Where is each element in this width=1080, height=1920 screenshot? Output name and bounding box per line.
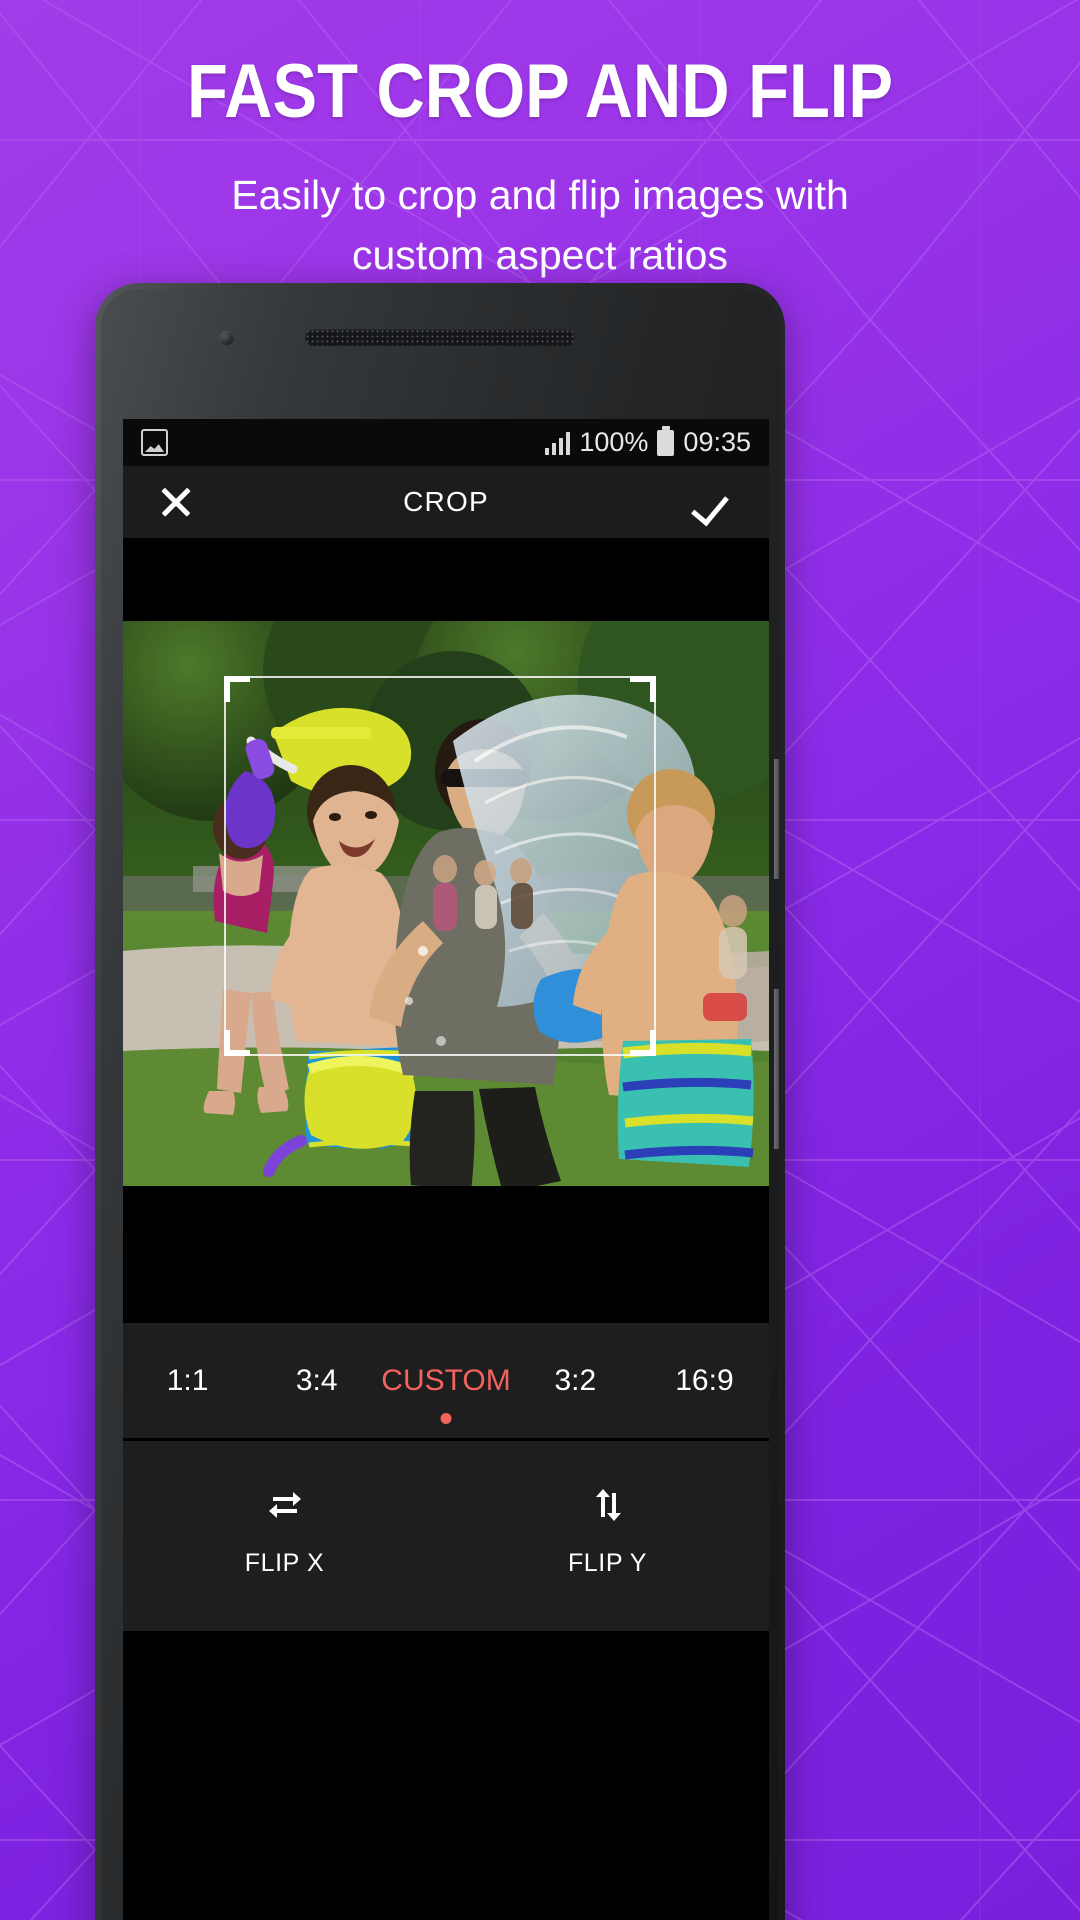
phone-screen: 100% 09:35 CROP 1:1 3:4 CUSTOM 3:2 16:9 … [123,419,769,1920]
flip-horizontal-glyph [268,1492,301,1518]
close-icon[interactable] [153,479,199,525]
image-notification-icon [141,429,168,456]
ratio-label: 1:1 [166,1363,209,1397]
editor-canvas[interactable] [123,538,769,1323]
phone-body: 100% 09:35 CROP 1:1 3:4 CUSTOM 3:2 16:9 … [101,289,779,1920]
check-icon[interactable] [693,479,739,525]
ratio-label: 3:2 [554,1363,597,1397]
status-bar-right: 100% 09:35 [544,427,751,458]
page-title: CROP [403,486,489,517]
volume-button[interactable] [774,759,779,879]
ratio-option-1-1[interactable]: 1:1 [123,1364,252,1398]
ratio-option-16-9[interactable]: 16:9 [640,1364,769,1398]
phone-mockup: 100% 09:35 CROP 1:1 3:4 CUSTOM 3:2 16:9 … [95,283,785,1920]
earpiece-speaker-icon [305,329,575,346]
promo-subheadline-line2: custom aspect ratios [352,232,728,278]
ratio-option-custom[interactable]: CUSTOM [381,1363,511,1424]
promo-headline: FAST CROP AND FLIP [186,49,894,134]
front-camera-icon [219,331,234,346]
status-bar-left [141,429,545,456]
power-button[interactable] [774,989,779,1149]
flip-x-button[interactable]: FLIP X [123,1483,446,1578]
ratio-label: CUSTOM [381,1363,511,1397]
ratio-label: 3:4 [295,1363,338,1397]
selected-indicator-dot [440,1412,452,1424]
battery-percent-label: 100% [579,427,649,457]
ratio-option-3-4[interactable]: 3:4 [252,1364,381,1398]
ratio-option-3-2[interactable]: 3:2 [511,1364,640,1398]
letterbox-bottom [123,1186,769,1323]
flip-horizontal-icon [263,1483,307,1527]
tool-bar: FLIP X FLIP Y [123,1441,769,1631]
battery-full-icon [657,429,675,456]
status-bar-clock: 09:35 [683,427,751,457]
app-bar: CROP [123,466,769,538]
promo-subheadline-line1: Easily to crop and flip images with [231,172,849,218]
photo-image [123,621,769,1186]
promo-subheadline: Easily to crop and flip images with cust… [140,165,940,285]
photo-preview[interactable] [123,621,769,1186]
flip-y-label: FLIP Y [567,1549,648,1577]
ratio-label: 16:9 [675,1363,734,1397]
status-bar: 100% 09:35 [123,419,769,466]
letterbox-top [123,538,769,621]
flip-vertical-glyph [595,1489,621,1521]
signal-bars-icon [544,431,571,455]
flip-x-label: FLIP X [244,1549,325,1577]
flip-y-button[interactable]: FLIP Y [446,1483,769,1578]
aspect-ratio-bar: 1:1 3:4 CUSTOM 3:2 16:9 [123,1323,769,1438]
flip-vertical-icon [586,1483,630,1527]
